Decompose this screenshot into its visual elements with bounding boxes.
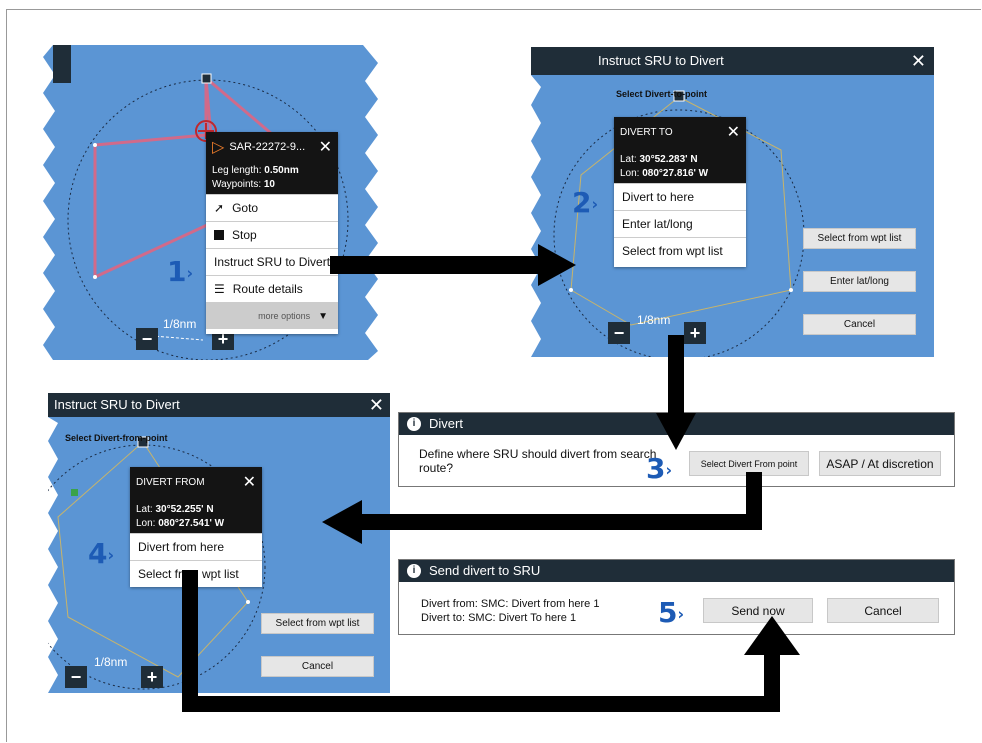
waypoints-value: 10 bbox=[263, 179, 275, 190]
divert-to-menu: DIVERT TO ✕ Lat: 30°52.283' N Lon: 080°27… bbox=[614, 117, 746, 267]
cancel-button[interactable]: Cancel bbox=[803, 314, 916, 335]
step-3: 3› bbox=[646, 452, 673, 485]
close-icon[interactable]: ✕ bbox=[369, 393, 384, 417]
close-icon[interactable]: ✕ bbox=[727, 122, 740, 144]
stop-icon bbox=[214, 230, 224, 240]
menu-item-label: Select from wpt list bbox=[622, 243, 723, 258]
panel2-titlebar: Instruct SRU to Divert ✕ bbox=[531, 47, 934, 75]
select-divert-to-label: Select Divert-to-point bbox=[616, 89, 708, 99]
select-divert-from-label: Select Divert-from-point bbox=[65, 433, 168, 443]
route-name: SAR-22272-9... bbox=[229, 141, 306, 154]
lon-value: 080°27.816' W bbox=[642, 168, 709, 179]
step-2: 2› bbox=[572, 186, 599, 219]
lat-value: 30°52.255' N bbox=[155, 504, 214, 515]
menu-item-label: Goto bbox=[232, 200, 259, 215]
zoom-in-button[interactable]: + bbox=[684, 322, 706, 344]
lon-label: Lon: bbox=[620, 168, 640, 179]
more-options-label: more options bbox=[258, 310, 311, 321]
menu-header: DIVERT TO ✕ Lat: 30°52.283' N Lon: 080°27… bbox=[614, 117, 746, 183]
step-1: 1› bbox=[167, 255, 194, 288]
asap-button[interactable]: ASAP / At discretion bbox=[819, 451, 941, 476]
route-icon: ▷ bbox=[212, 138, 225, 156]
menu-item-divert-from-here[interactable]: Divert from here bbox=[130, 533, 262, 560]
divert-from-text: Divert from: SMC: Divert from here 1 bbox=[421, 598, 600, 610]
close-icon[interactable]: ✕ bbox=[319, 137, 332, 159]
cancel-button[interactable]: Cancel bbox=[827, 598, 939, 623]
zoom-out-button[interactable]: − bbox=[65, 666, 87, 688]
panel3-titlebar: Instruct SRU to Divert ✕ bbox=[48, 393, 390, 417]
dialog-header: i Divert bbox=[399, 413, 954, 435]
scale-label: 1/8nm bbox=[163, 317, 197, 331]
menu-item-stop[interactable]: Stop bbox=[206, 221, 338, 248]
info-icon: i bbox=[407, 417, 421, 431]
goto-icon: ➚ bbox=[214, 200, 225, 215]
menu-item-goto[interactable]: ➚ Goto bbox=[206, 194, 338, 221]
more-options-button[interactable]: more options ▼ bbox=[206, 302, 338, 329]
menu-title: DIVERT FROM bbox=[136, 477, 205, 488]
chart-panel-1[interactable]: − + 1/8nm ▷ SAR-22272-9... ✕ Leg length:… bbox=[43, 45, 388, 360]
panel2-title: Instruct SRU to Divert bbox=[598, 53, 724, 68]
panel3-title: Instruct SRU to Divert bbox=[54, 397, 180, 412]
menu-item-select-wpt[interactable]: Select from wpt list bbox=[130, 560, 262, 587]
menu-item-label: Enter lat/long bbox=[622, 216, 693, 231]
menu-item-label: Divert to here bbox=[622, 189, 695, 204]
chevron-down-icon: ▼ bbox=[318, 310, 328, 322]
menu-item-enter-latlong[interactable]: Enter lat/long bbox=[614, 210, 746, 237]
lat-value: 30°52.283' N bbox=[639, 154, 698, 165]
menu-item-label: Route details bbox=[232, 281, 303, 296]
close-icon[interactable]: ✕ bbox=[911, 47, 926, 75]
menu-item-label: Divert from here bbox=[138, 539, 225, 554]
menu-item-label: Stop bbox=[232, 227, 257, 242]
enter-latlong-button[interactable]: Enter lat/long bbox=[803, 271, 916, 292]
menu-item-label: Select from wpt list bbox=[138, 566, 239, 581]
dialog-title: Divert bbox=[429, 416, 463, 431]
scale-label: 1/8nm bbox=[94, 655, 128, 669]
divert-to-text: Divert to: SMC: Divert To here 1 bbox=[421, 612, 577, 624]
send-now-button[interactable]: Send now bbox=[703, 598, 813, 623]
step-5: 5› bbox=[658, 596, 685, 629]
menu-item-label: Instruct SRU to Divert bbox=[214, 254, 331, 269]
waypoints-label: Waypoints: bbox=[212, 179, 262, 190]
leg-length-label: Leg length: bbox=[212, 165, 262, 176]
select-wpt-button[interactable]: Select from wpt list bbox=[803, 228, 916, 249]
zoom-out-button[interactable]: − bbox=[136, 328, 158, 350]
menu-item-divert-to-here[interactable]: Divert to here bbox=[614, 183, 746, 210]
scale-label: 1/8nm bbox=[637, 313, 671, 327]
cancel-button[interactable]: Cancel bbox=[261, 656, 374, 677]
close-icon[interactable]: ✕ bbox=[243, 472, 256, 494]
dialog-text: Define where SRU should divert from sear… bbox=[419, 447, 657, 475]
lon-value: 080°27.541' W bbox=[158, 518, 225, 529]
route-context-menu: ▷ SAR-22272-9... ✕ Leg length: 0.50nm Wa… bbox=[206, 132, 338, 334]
menu-item-instruct-sru[interactable]: Instruct SRU to Divert bbox=[206, 248, 338, 275]
menu-header: ▷ SAR-22272-9... ✕ Leg length: 0.50nm Wa… bbox=[206, 132, 338, 194]
lat-label: Lat: bbox=[136, 504, 153, 515]
divert-dialog: i Divert Define where SRU should divert f… bbox=[398, 412, 955, 487]
dialog-header: i Send divert to SRU bbox=[399, 560, 954, 582]
lon-label: Lon: bbox=[136, 518, 156, 529]
menu-item-route-details[interactable]: ☰ Route details bbox=[206, 275, 338, 302]
divert-from-menu: DIVERT FROM ✕ Lat: 30°52.255' N Lon: 080°… bbox=[130, 467, 262, 587]
menu-item-select-wpt[interactable]: Select from wpt list bbox=[614, 237, 746, 264]
select-divert-from-button[interactable]: Select Divert From point bbox=[689, 451, 809, 476]
list-icon: ☰ bbox=[214, 281, 225, 296]
lat-label: Lat: bbox=[620, 154, 637, 165]
menu-header: DIVERT FROM ✕ Lat: 30°52.255' N Lon: 080°… bbox=[130, 467, 262, 533]
dialog-title: Send divert to SRU bbox=[429, 563, 541, 578]
info-icon: i bbox=[407, 564, 421, 578]
select-wpt-button[interactable]: Select from wpt list bbox=[261, 613, 374, 634]
leg-length-value: 0.50nm bbox=[264, 165, 299, 176]
menu-title: DIVERT TO bbox=[620, 127, 673, 138]
zoom-out-button[interactable]: − bbox=[608, 322, 630, 344]
step-4: 4› bbox=[88, 537, 115, 570]
zoom-in-button[interactable]: + bbox=[141, 666, 163, 688]
